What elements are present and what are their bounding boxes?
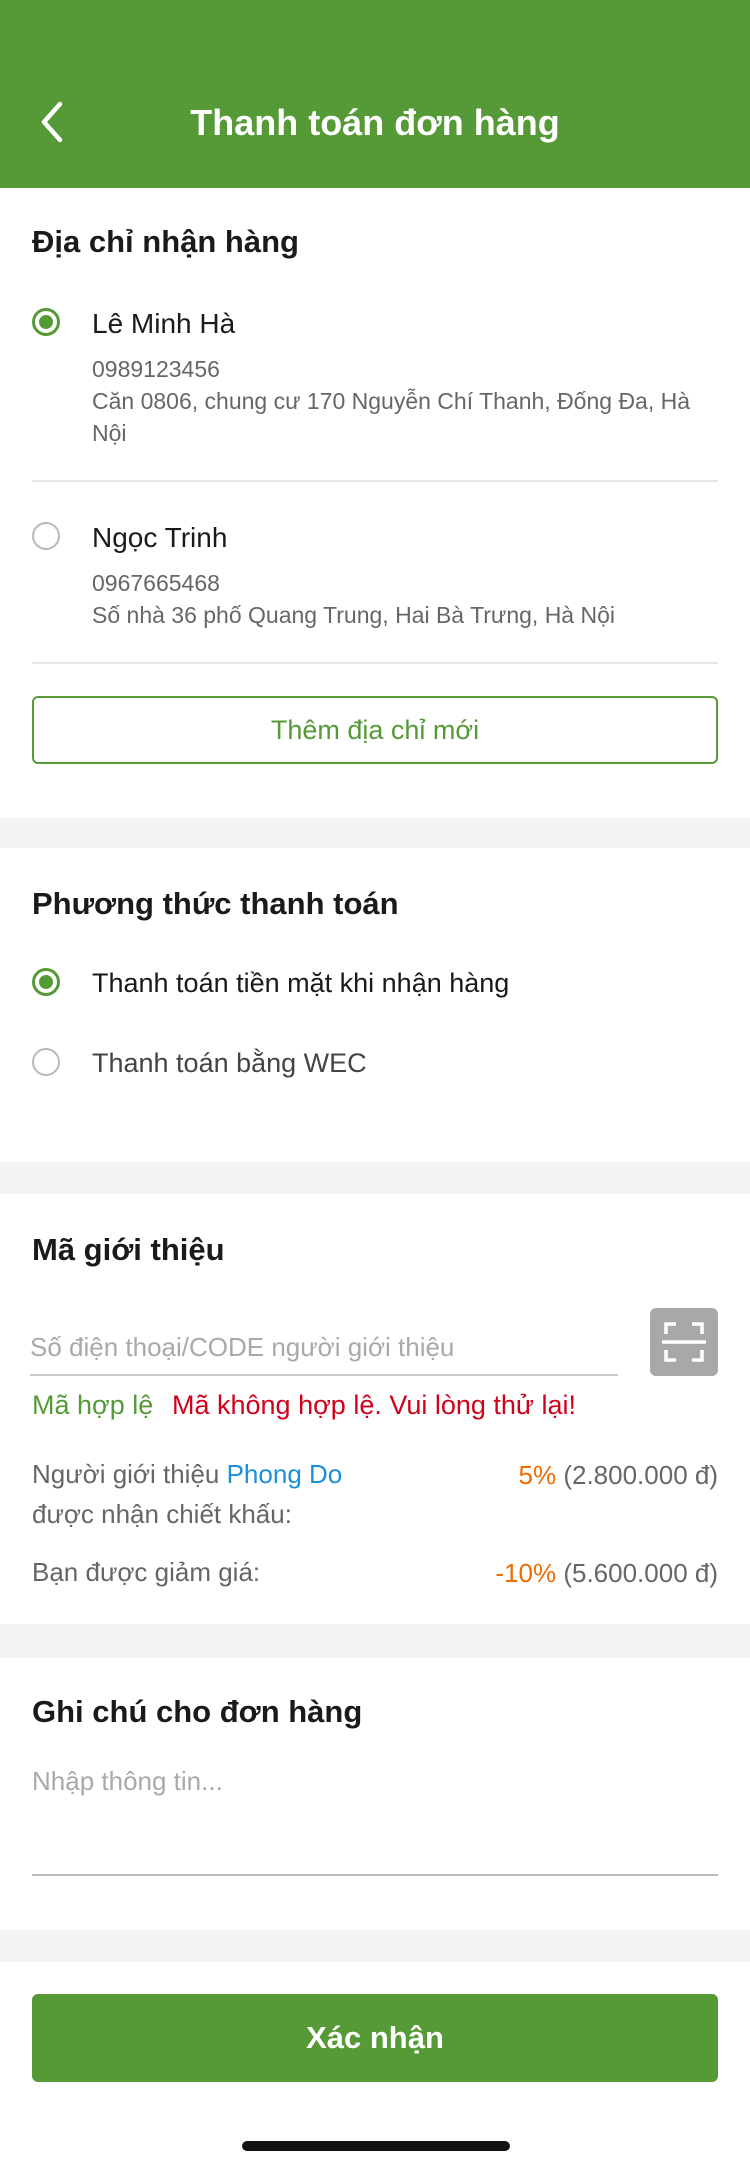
app-header: Thanh toán đơn hàng bbox=[0, 0, 750, 188]
address-phone-1: 0989123456 bbox=[92, 356, 220, 382]
confirm-button[interactable]: Xác nhận bbox=[32, 1994, 718, 2082]
address-divider bbox=[32, 662, 718, 664]
address-name-2[interactable]: Ngọc Trinh bbox=[92, 522, 227, 554]
referrer-commission: 5% (2.800.000 đ) bbox=[519, 1460, 718, 1491]
note-section-title: Ghi chú cho đơn hàng bbox=[32, 1694, 363, 1729]
address-line-1b: Nội bbox=[92, 420, 127, 446]
discount-value: -10% (5.600.000 đ) bbox=[495, 1558, 718, 1589]
discount-label: Bạn được giảm giá: bbox=[32, 1557, 261, 1587]
payment-radio-wec[interactable] bbox=[32, 1048, 60, 1076]
address-radio-1[interactable] bbox=[32, 308, 60, 336]
payment-radio-cash[interactable] bbox=[32, 968, 60, 996]
address-section-title: Địa chỉ nhận hàng bbox=[32, 224, 299, 259]
referral-input[interactable] bbox=[30, 1320, 618, 1376]
payment-option-wec[interactable]: Thanh toán bằng WEC bbox=[92, 1048, 367, 1079]
payment-option-cash[interactable]: Thanh toán tiền mặt khi nhận hàng bbox=[92, 968, 509, 999]
referrer-name[interactable]: Phong Do bbox=[227, 1459, 343, 1489]
discount-amount: (5.600.000 đ) bbox=[563, 1558, 718, 1588]
address-name-1[interactable]: Lê Minh Hà bbox=[92, 308, 235, 340]
address-divider bbox=[32, 480, 718, 482]
discount-pct: -10% bbox=[495, 1558, 557, 1588]
referrer-label-2: được nhận chiết khấu: bbox=[32, 1499, 292, 1529]
address-phone-2: 0967665468 bbox=[92, 570, 220, 596]
payment-section-title: Phương thức thanh toán bbox=[32, 886, 399, 921]
address-radio-2[interactable] bbox=[32, 522, 60, 550]
referrer-info: Người giới thiệu Phong Do được nhận chiế… bbox=[32, 1454, 342, 1534]
home-indicator bbox=[242, 2141, 510, 2151]
referrer-amount: (2.800.000 đ) bbox=[563, 1460, 718, 1490]
address-line-2: Số nhà 36 phố Quang Trung, Hai Bà Trưng,… bbox=[92, 602, 615, 628]
referral-error-text: Mã không hợp lệ. Vui lòng thử lại! bbox=[172, 1390, 577, 1420]
referrer-pct: 5% bbox=[518, 1460, 557, 1490]
address-line-1: Căn 0806, chung cư 170 Nguyễn Chí Thanh,… bbox=[92, 388, 691, 414]
note-input[interactable] bbox=[32, 1766, 718, 1876]
referrer-label: Người giới thiệu bbox=[32, 1459, 220, 1489]
payment-section: Phương thức thanh toán Thanh toán tiền m… bbox=[0, 848, 750, 1162]
referral-section-title: Mã giới thiệu bbox=[32, 1232, 225, 1267]
referral-valid-text: Mã hợp lệ bbox=[32, 1390, 154, 1420]
page-title: Thanh toán đơn hàng bbox=[190, 102, 560, 143]
qr-scan-icon bbox=[662, 1322, 706, 1362]
scan-button[interactable] bbox=[650, 1308, 718, 1376]
add-address-button[interactable]: Thêm địa chỉ mới bbox=[32, 696, 718, 764]
